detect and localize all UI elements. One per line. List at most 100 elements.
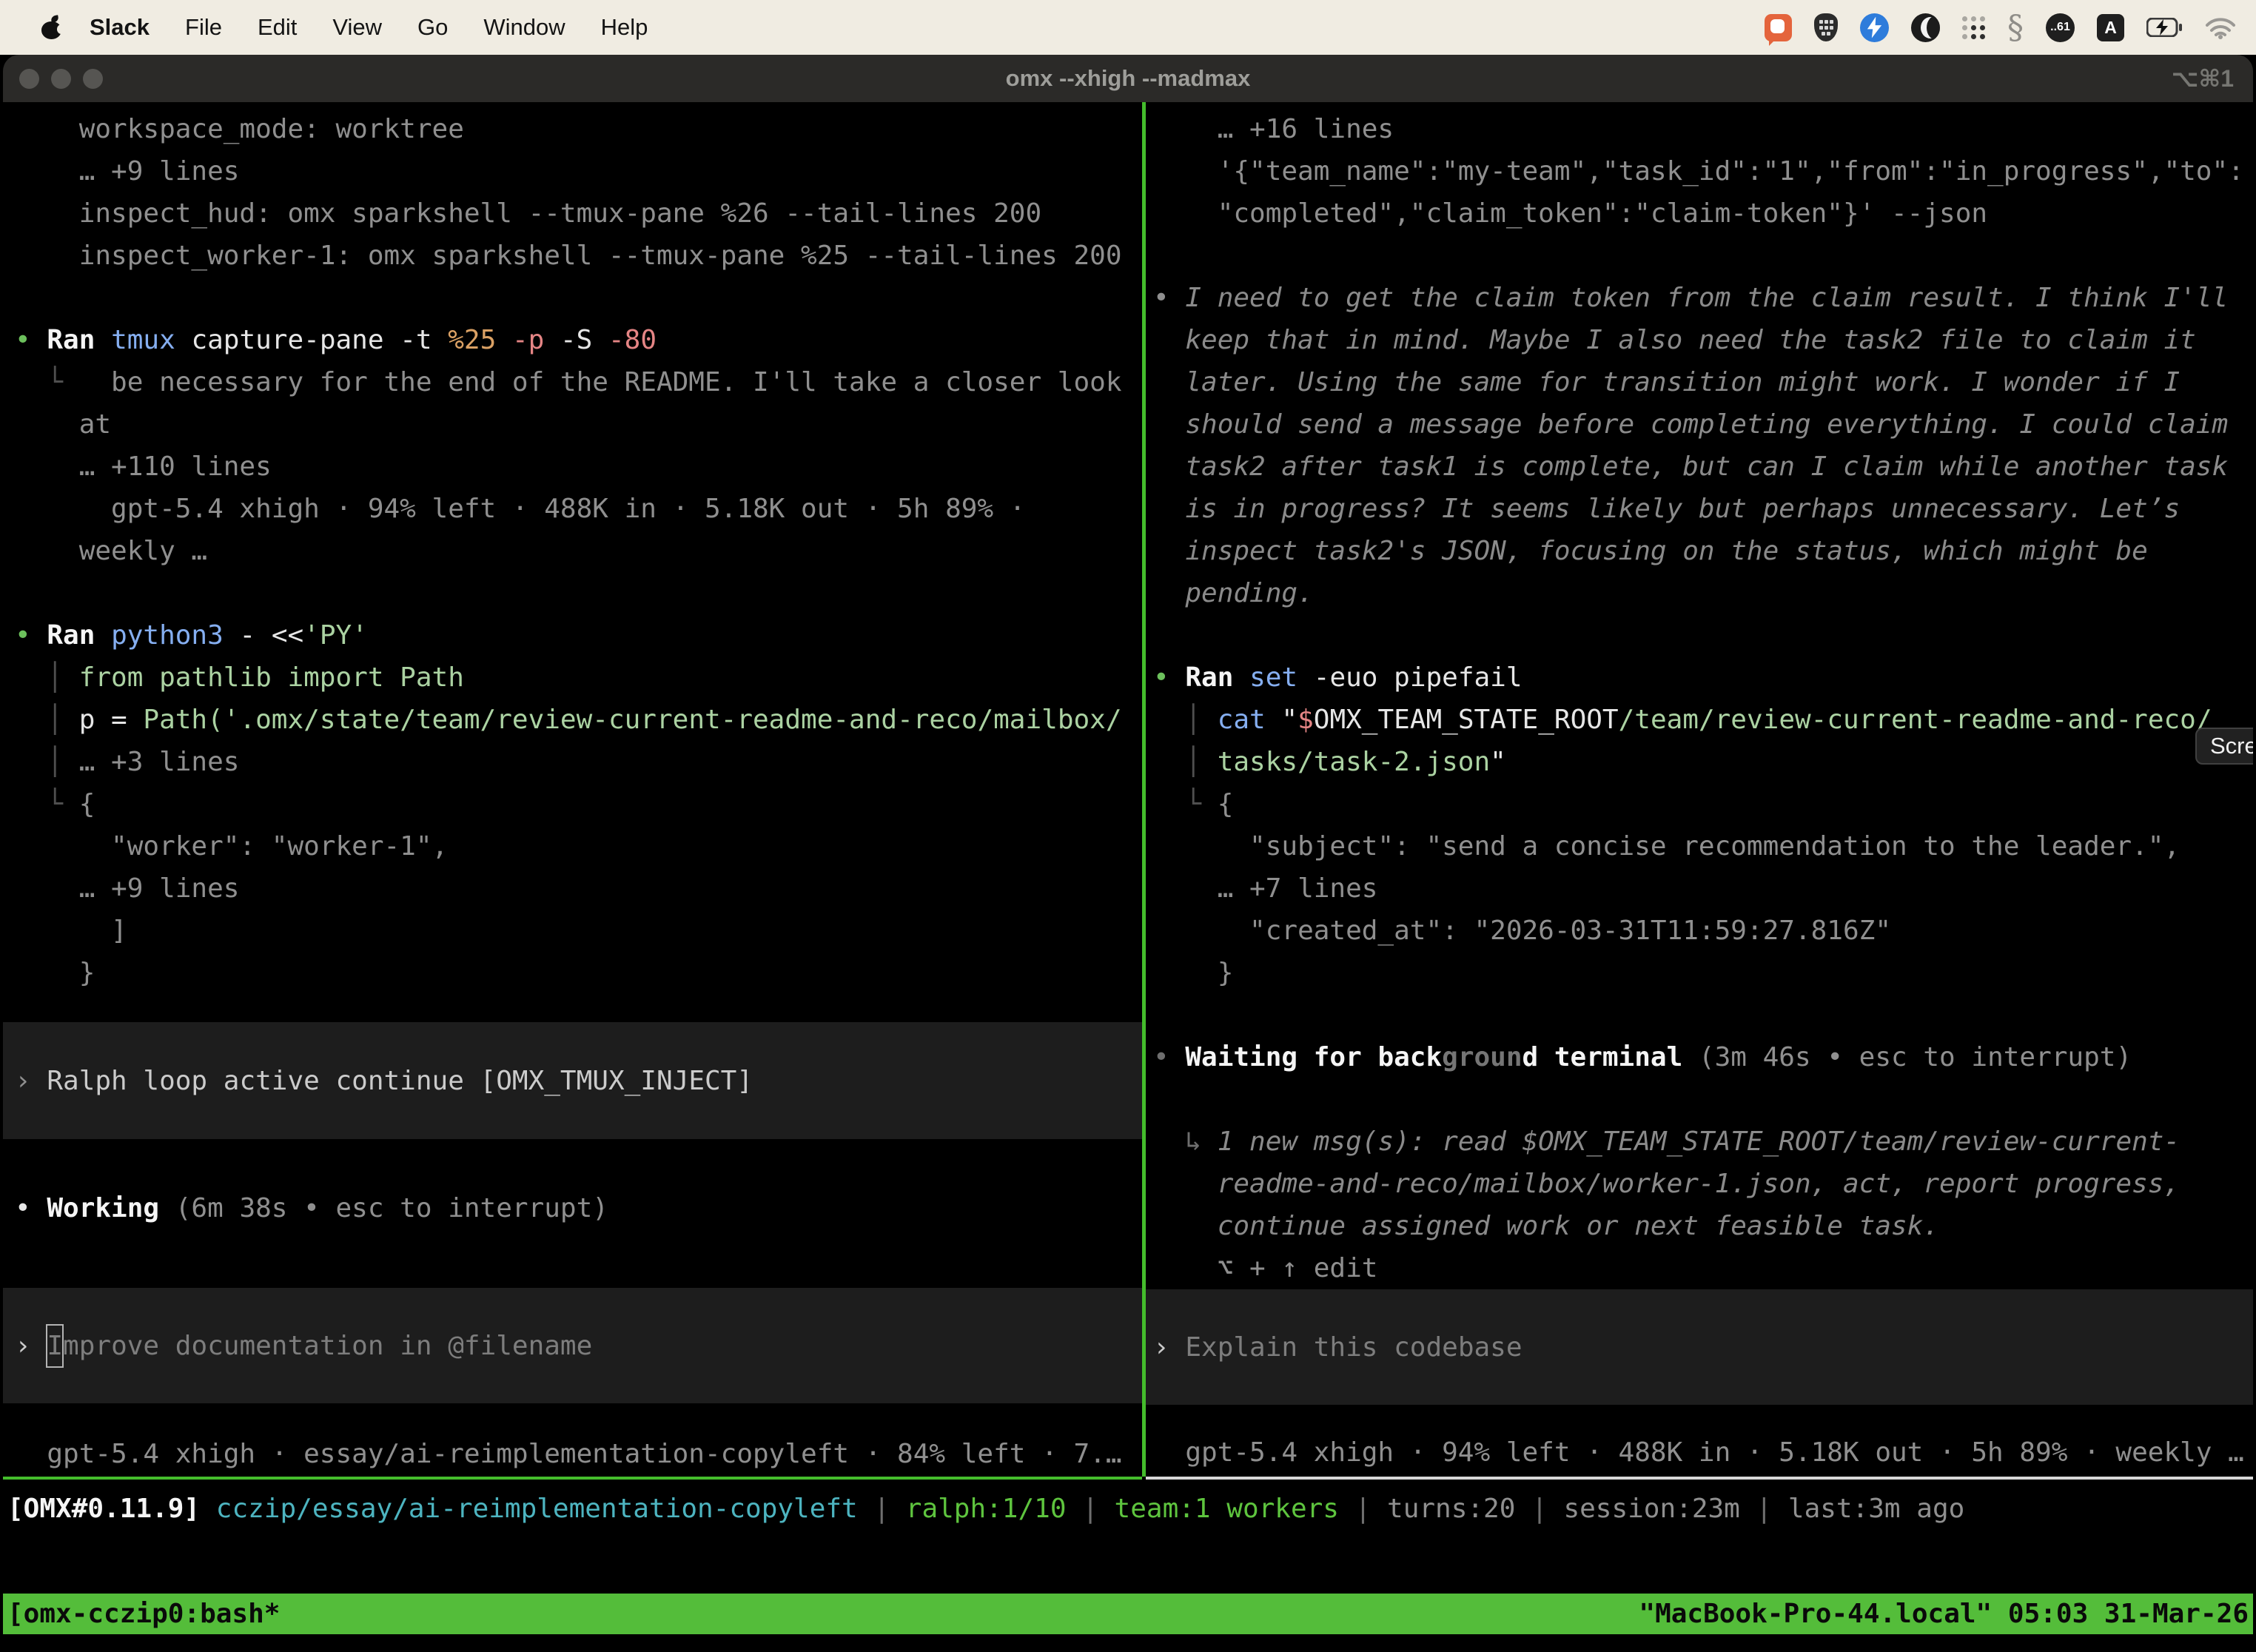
terminal-text: 'PY' [303,620,368,651]
tmux-status-bar: [omx-cczip0:bash* "MacBook-Pro-44.local"… [3,1594,2253,1634]
omx-status-line-text: [OMX#0.11.9] cczip/essay/ai-reimplementa… [7,1488,2253,1530]
terminal-text: Ran [47,325,111,355]
terminal-text: '{"team_name":"my-team","task_id":"1","f… [1153,156,2244,187]
terminal-line: │ from pathlib import Path [15,657,1142,699]
wifi-icon[interactable] [2204,16,2237,39]
terminal-text: • [15,325,47,355]
terminal-line: '{"team_name":"my-team","task_id":"1","f… [1153,150,2253,192]
terminal-text: tmux [111,325,191,355]
terminal-text: Ran [47,620,111,651]
menu-item-edit[interactable]: Edit [240,14,315,41]
terminal-text: … +7 lines [1153,873,1377,904]
terminal-text: | [1740,1494,1788,1524]
terminal-text: << [272,620,303,651]
menu-item-help[interactable]: Help [583,14,666,41]
terminal-text: pipefail [1394,662,1522,693]
terminal-text: … +16 lines [1153,114,1394,144]
terminal-line: readme-and-reco/mailbox/worker-1.json, a… [1153,1163,2253,1205]
terminal-text: later. Using the same for transition mig… [1153,367,2180,397]
terminal-text: tasks/task-2.json [1218,747,1490,777]
battery-icon[interactable] [2146,18,2182,37]
terminal-line: continue assigned work or next feasible … [1153,1205,2253,1247]
menu-item-app[interactable]: Slack [72,14,167,41]
terminal-text: • [1153,662,1185,693]
terminal-text: " [1281,705,1297,735]
terminal-line: • Ran python3 - <<'PY' [15,614,1142,657]
terminal-text: { [79,789,95,819]
terminal-text: team:1 workers [1115,1494,1339,1524]
terminal-text: weekly … [15,536,207,566]
terminal-text: › [15,1325,47,1367]
terminal-text: Ralph loop active continue [OMX_TMUX_INJ… [47,1060,753,1102]
terminal-line: weekly … [15,530,1142,572]
terminal-text: groun [1442,1042,1522,1072]
apple-menu-icon[interactable] [41,16,61,39]
terminal-text: › [1153,1326,1185,1369]
terminal-line: … +9 lines [15,867,1142,910]
terminal-text: "completed","claim_token":"claim-token"}… [1153,198,1987,229]
terminal-text: • [15,620,47,651]
terminal-text [200,1494,216,1524]
terminal-text: › [15,1060,47,1102]
badge-61-icon[interactable]: ..61 [2046,13,2075,42]
terminal-text: Path('.omx/state/team/review-current-rea… [143,705,1121,735]
tmux-window-label[interactable]: [omx-cczip0:bash* [7,1594,280,1634]
terminal-line: │ p = Path('.omx/state/team/review-curre… [15,699,1142,741]
terminal-text: ↳ [1153,1126,1218,1157]
terminal-line: inspect task2's JSON, focusing on the st… [1153,530,2253,572]
squiggle-icon[interactable]: § [2007,13,2024,42]
terminal-line [1153,1078,2253,1121]
prompt-input-right[interactable]: › Explain this codebase [1146,1289,2253,1405]
menu-item-view[interactable]: View [315,14,400,41]
terminal-text: -euo [1314,662,1394,693]
terminal-text: -80 [608,325,657,355]
terminal-text: | [1339,1494,1387,1524]
menu-item-go[interactable]: Go [400,14,466,41]
terminal-text: d terminal [1523,1042,1699,1072]
terminal-text: … +9 lines [15,873,239,904]
terminal-text: { [1218,789,1234,819]
terminal-line: • Working (6m 38s • esc to interrupt) [15,1187,1142,1229]
terminal-line: "created_at": "2026-03-31T11:59:27.816Z" [1153,910,2253,952]
terminal-line: │ … +3 lines [15,741,1142,783]
terminal-text: -t [400,325,448,355]
menu-item-window[interactable]: Window [466,14,583,41]
terminal-line: ↳ 1 new msg(s): read $OMX_TEAM_STATE_ROO… [1153,1121,2253,1163]
terminal-text: │ [15,705,79,735]
terminal-text: I need to get the claim token from the c… [1185,283,2228,313]
session-status-left: gpt-5.4 xhigh · essay/ai-reimplementatio… [15,1433,1142,1475]
terminal-text: readme-and-reco/mailbox/worker-1.json, a… [1153,1169,2180,1199]
menu-item-file[interactable]: File [167,14,240,41]
terminal-line: at [15,403,1142,446]
terminal-line: │ cat "$OMX_TEAM_STATE_ROOT/team/review-… [1153,699,2253,741]
moon-icon[interactable] [1911,13,1940,42]
terminal-text: └ [15,367,111,397]
terminal-line: } [1153,952,2253,994]
terminal-text: gpt-5.4 xhigh · essay/ai-reimplementatio… [15,1439,1122,1469]
terminal-text: gpt-5.4 xhigh · 94% left · 488K in · 5.1… [15,494,1025,524]
terminal-text: pending. [1153,578,1314,608]
omx-status-line: [OMX#0.11.9] cczip/essay/ai-reimplementa… [7,1488,2253,1530]
terminal-text: keep that in mind. Maybe I also need the… [1153,325,2196,355]
shield-icon[interactable] [1814,13,1838,41]
prompt-input-left[interactable]: › Improve documentation in @filename [3,1288,1142,1403]
terminal-text: [OMX#0.11.9] [7,1494,200,1524]
terminal-text: ⌥ + ↑ edit [1153,1253,1377,1283]
terminal-line: └ be necessary for the end of the README… [15,361,1142,403]
terminal-line: gpt-5.4 xhigh · 94% left · 488K in · 5.1… [15,488,1142,530]
terminal-text: is in progress? It seems likely but perh… [1153,494,2180,524]
dots-grid-icon[interactable] [1962,16,1985,39]
terminal-line [1153,614,2253,657]
pane-left: workspace_mode: worktree … +9 lines insp… [3,102,1142,1477]
terminal-text: -S [560,325,608,355]
terminal-text: OMX_TEAM_STATE_ROOT [1314,705,1619,735]
lightning-icon[interactable] [1860,13,1889,42]
terminal-text: Working [47,1193,175,1223]
terminal-text: "worker": "worker-1", [15,831,448,862]
terminal-text: Explain this codebase [1185,1326,1522,1369]
chat-app-icon[interactable] [1765,14,1792,41]
keyboard-a-icon[interactable]: A [2097,14,2124,41]
terminal-cursor: I [47,1325,63,1367]
terminal-text: mprove documentation in @filename [63,1325,592,1367]
terminal-line: "worker": "worker-1", [15,825,1142,867]
